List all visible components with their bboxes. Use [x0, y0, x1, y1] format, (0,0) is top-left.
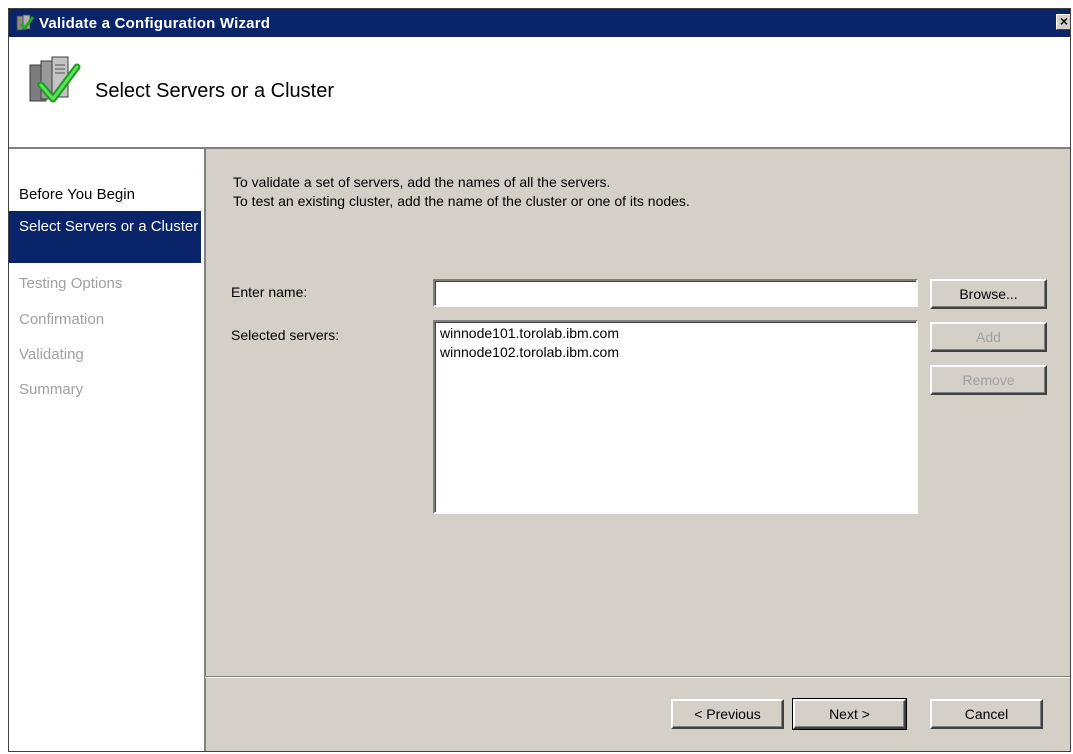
- footer-divider: [205, 676, 1070, 678]
- previous-button[interactable]: < Previous: [671, 699, 784, 729]
- cancel-button[interactable]: Cancel: [930, 699, 1043, 729]
- nav-step-before-you-begin[interactable]: Before You Begin: [9, 185, 201, 204]
- server-validate-icon: [29, 56, 81, 103]
- enter-name-label: Enter name:: [231, 284, 308, 300]
- selected-servers-label: Selected servers:: [231, 327, 340, 343]
- page-title: Select Servers or a Cluster: [95, 80, 334, 102]
- intro-text-line-1: To validate a set of servers, add the na…: [233, 174, 611, 190]
- selected-servers-list[interactable]: winnode101.torolab.ibm.com winnode102.to…: [433, 320, 918, 514]
- nav-step-select-servers[interactable]: Select Servers or a Cluster: [9, 211, 201, 263]
- close-button[interactable]: ×: [1056, 13, 1070, 30]
- wizard-window: Validate a Configuration Wizard × Select…: [8, 8, 1071, 752]
- intro-text-line-2: To test an existing cluster, add the nam…: [233, 193, 690, 209]
- close-icon: ×: [1059, 13, 1069, 29]
- enter-name-input[interactable]: [433, 279, 918, 307]
- next-button[interactable]: Next >: [792, 698, 907, 730]
- nav-step-confirmation: Confirmation: [19, 311, 105, 328]
- nav-step-summary: Summary: [19, 381, 84, 398]
- list-item[interactable]: winnode102.torolab.ibm.com: [440, 343, 911, 362]
- title-bar[interactable]: Validate a Configuration Wizard ×: [9, 9, 1070, 37]
- nav-step-testing-options: Testing Options: [19, 275, 123, 292]
- remove-button[interactable]: Remove: [930, 365, 1047, 395]
- nav-step-validating: Validating: [19, 346, 84, 363]
- wizard-app-icon: [16, 14, 35, 31]
- wizard-header: Select Servers or a Cluster: [9, 37, 1070, 149]
- browse-button[interactable]: Browse...: [930, 279, 1047, 309]
- window-title: Validate a Configuration Wizard: [39, 14, 271, 32]
- list-item[interactable]: winnode101.torolab.ibm.com: [440, 324, 911, 343]
- add-button[interactable]: Add: [930, 322, 1047, 352]
- wizard-steps-nav: Before You Begin Select Servers or a Clu…: [9, 149, 206, 751]
